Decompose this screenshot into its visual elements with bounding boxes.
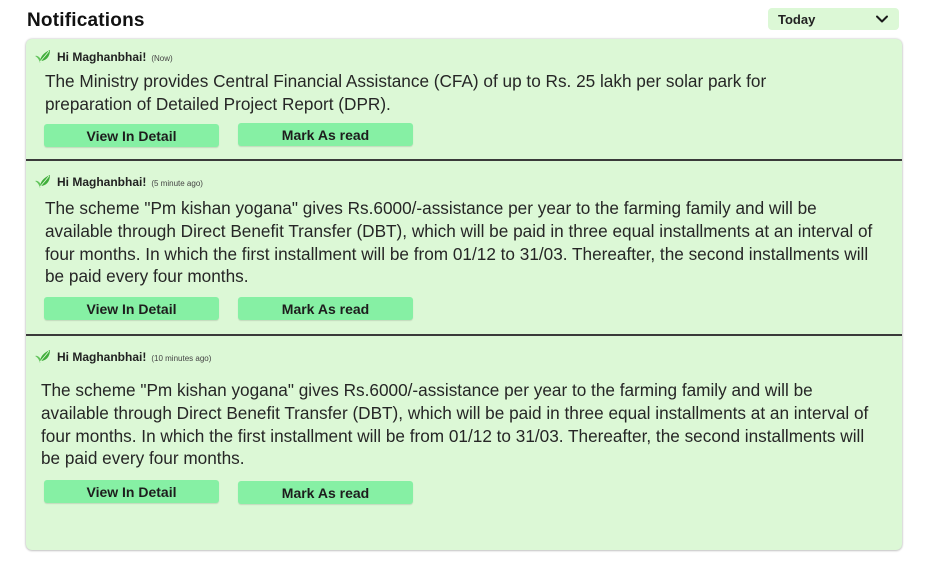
page-title: Notifications (27, 10, 145, 31)
date-filter-dropdown[interactable]: Today (768, 8, 899, 30)
notification-card: Hi Maghanbhai! (5 minute ago) The scheme… (26, 161, 902, 335)
notification-header: Hi Maghanbhai! (10 minutes ago) (34, 345, 211, 364)
mark-as-read-button[interactable]: Mark As read (238, 123, 413, 146)
leaf-icon (35, 175, 50, 188)
notification-header: Hi Maghanbhai! (5 minute ago) (34, 170, 203, 189)
view-in-detail-button[interactable]: View In Detail (44, 480, 219, 503)
chevron-down-icon (876, 15, 888, 23)
mark-as-read-button[interactable]: Mark As read (238, 481, 413, 504)
view-in-detail-button[interactable]: View In Detail (44, 297, 219, 320)
notifications-page: Notifications Today Hi Maghanbhai! (Now)… (0, 0, 928, 582)
notification-time: (Now) (151, 54, 173, 63)
notification-header: Hi Maghanbhai! (Now) (34, 45, 173, 64)
notifications-panel: Hi Maghanbhai! (Now) The Ministry provid… (26, 39, 902, 550)
notification-card: Hi Maghanbhai! (10 minutes ago) The sche… (26, 336, 902, 550)
leaf-icon (35, 350, 50, 363)
greeting-text: Hi Maghanbhai! (57, 50, 147, 64)
notification-time: (10 minutes ago) (151, 354, 212, 363)
notification-message: The Ministry provides Central Financial … (45, 71, 767, 114)
mark-as-read-button[interactable]: Mark As read (238, 297, 413, 320)
date-filter-value: Today (778, 11, 816, 27)
leaf-icon (35, 50, 50, 63)
notification-time: (5 minute ago) (151, 179, 203, 188)
notification-message: The scheme "Pm kishan yogana" gives Rs.6… (45, 198, 873, 287)
greeting-text: Hi Maghanbhai! (57, 350, 147, 364)
notification-message: The scheme "Pm kishan yogana" gives Rs.6… (41, 380, 869, 469)
view-in-detail-button[interactable]: View In Detail (44, 124, 219, 147)
greeting-text: Hi Maghanbhai! (57, 175, 147, 189)
notification-card: Hi Maghanbhai! (Now) The Ministry provid… (26, 39, 902, 160)
